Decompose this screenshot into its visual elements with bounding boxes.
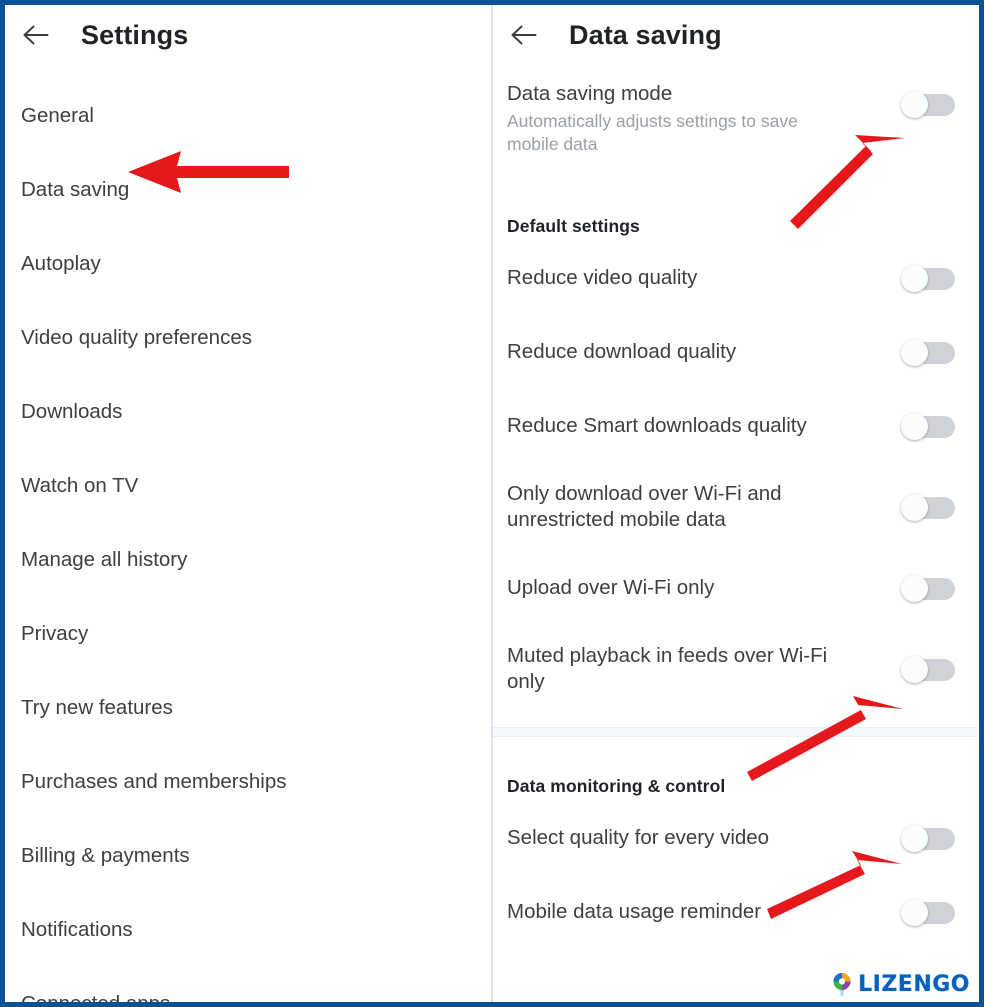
- toggle-upload-over-wifi-only[interactable]: [901, 575, 955, 602]
- row-title: Data saving mode: [507, 82, 673, 105]
- sidebar-item-label: Manage all history: [21, 548, 188, 571]
- sidebar-item-connected-apps[interactable]: Connected apps: [5, 967, 491, 1002]
- row-text: Reduce download quality: [507, 339, 901, 365]
- sidebar-item-autoplay[interactable]: Autoplay: [5, 227, 491, 301]
- sidebar-item-label: General: [21, 104, 94, 127]
- row-title: Only download over Wi-Fi and unrestricte…: [507, 481, 782, 531]
- page-title: Settings: [81, 19, 189, 50]
- toggle-knob: [901, 494, 928, 521]
- settings-header: Settings: [5, 5, 491, 65]
- settings-list: General Data saving Autoplay Video quali…: [5, 65, 491, 1002]
- row-reduce-download-quality[interactable]: Reduce download quality: [507, 315, 963, 389]
- lizengo-logo-text: LIZENGO: [858, 971, 970, 997]
- toggle-knob: [901, 656, 928, 683]
- row-title: Reduce Smart downloads quality: [507, 413, 807, 437]
- row-text: Mobile data usage reminder: [507, 899, 901, 925]
- sidebar-item-try-new-features[interactable]: Try new features: [5, 671, 491, 745]
- sidebar-item-video-quality-preferences[interactable]: Video quality preferences: [5, 301, 491, 375]
- sidebar-item-label: Downloads: [21, 400, 123, 423]
- toggle-reduce-smart-downloads-quality[interactable]: [901, 413, 955, 440]
- row-data-saving-mode[interactable]: Data saving mode Automatically adjusts s…: [507, 65, 963, 177]
- panes-container: Settings General Data saving Autoplay Vi…: [5, 5, 979, 1002]
- toggle-knob: [901, 899, 928, 926]
- row-text: Reduce Smart downloads quality: [507, 413, 901, 439]
- group-heading: Data monitoring & control: [507, 776, 726, 796]
- toggle-muted-playback-in-feeds[interactable]: [901, 656, 955, 683]
- row-subtitle: Automatically adjusts settings to save m…: [507, 111, 798, 154]
- toggle-reduce-video-quality[interactable]: [901, 265, 955, 292]
- back-arrow-icon[interactable]: [13, 24, 59, 46]
- toggle-select-quality-for-every-video[interactable]: [901, 825, 955, 852]
- row-title: Reduce download quality: [507, 339, 737, 363]
- toggle-knob: [901, 339, 928, 366]
- page-title: Data saving: [569, 19, 722, 50]
- row-text: Select quality for every video: [507, 825, 901, 851]
- sidebar-item-label: Connected apps: [21, 992, 170, 1002]
- toggle-knob: [901, 825, 928, 852]
- row-upload-over-wifi-only[interactable]: Upload over Wi-Fi only: [507, 551, 963, 625]
- toggle-data-saving-mode[interactable]: [901, 91, 955, 118]
- sidebar-item-label: Autoplay: [21, 252, 101, 275]
- back-arrow-icon[interactable]: [501, 24, 547, 46]
- data-saving-pane: Data saving Data saving mode Automatical…: [493, 5, 979, 1002]
- row-muted-playback-in-feeds[interactable]: Muted playback in feeds over Wi-Fi only: [507, 625, 963, 713]
- group-heading-data-monitoring-wrap: Data monitoring & control: [507, 737, 963, 801]
- row-text: Upload over Wi-Fi only: [507, 575, 901, 601]
- data-saving-header: Data saving: [493, 5, 979, 65]
- toggle-mobile-data-usage-reminder[interactable]: [901, 899, 955, 926]
- sidebar-item-label: Data saving: [21, 178, 130, 201]
- toggle-knob: [901, 575, 928, 602]
- settings-pane: Settings General Data saving Autoplay Vi…: [5, 5, 491, 1002]
- toggle-knob: [901, 413, 928, 440]
- row-text: Muted playback in feeds over Wi-Fi only: [507, 643, 901, 695]
- row-title: Muted playback in feeds over Wi-Fi only: [507, 643, 828, 693]
- toggle-reduce-download-quality[interactable]: [901, 339, 955, 366]
- row-mobile-data-usage-reminder[interactable]: Mobile data usage reminder: [507, 875, 963, 949]
- group-heading-default-settings-wrap: Default settings: [507, 177, 963, 241]
- sidebar-item-manage-all-history[interactable]: Manage all history: [5, 523, 491, 597]
- toggle-knob: [901, 91, 928, 118]
- row-text: Reduce video quality: [507, 265, 901, 291]
- sidebar-item-label: Try new features: [21, 696, 173, 719]
- sidebar-item-label: Video quality preferences: [21, 326, 252, 349]
- sidebar-item-label: Notifications: [21, 918, 133, 941]
- section-divider: [493, 727, 977, 737]
- row-select-quality-for-every-video[interactable]: Select quality for every video: [507, 801, 963, 875]
- frame-border-right: [979, 0, 984, 1007]
- lizengo-watermark: LIZENGO: [831, 971, 970, 997]
- sidebar-item-general[interactable]: General: [5, 79, 491, 153]
- toggle-only-download-over-wifi[interactable]: [901, 494, 955, 521]
- sidebar-item-notifications[interactable]: Notifications: [5, 893, 491, 967]
- row-only-download-over-wifi[interactable]: Only download over Wi-Fi and unrestricte…: [507, 463, 963, 551]
- row-text: Only download over Wi-Fi and unrestricte…: [507, 481, 901, 533]
- sidebar-item-label: Watch on TV: [21, 474, 139, 497]
- row-reduce-video-quality[interactable]: Reduce video quality: [507, 241, 963, 315]
- sidebar-item-data-saving[interactable]: Data saving: [5, 153, 491, 227]
- data-saving-content: Data saving mode Automatically adjusts s…: [493, 65, 979, 949]
- row-title: Upload over Wi-Fi only: [507, 575, 715, 599]
- sidebar-item-billing-and-payments[interactable]: Billing & payments: [5, 819, 491, 893]
- sidebar-item-label: Privacy: [21, 622, 89, 645]
- lizengo-logo-icon: [833, 973, 851, 996]
- row-title: Reduce video quality: [507, 265, 698, 289]
- sidebar-item-label: Billing & payments: [21, 844, 190, 867]
- sidebar-item-purchases-and-memberships[interactable]: Purchases and memberships: [5, 745, 491, 819]
- toggle-knob: [901, 265, 928, 292]
- row-title: Mobile data usage reminder: [507, 899, 762, 923]
- sidebar-item-label: Purchases and memberships: [21, 770, 287, 793]
- sidebar-item-watch-on-tv[interactable]: Watch on TV: [5, 449, 491, 523]
- row-reduce-smart-downloads-quality[interactable]: Reduce Smart downloads quality: [507, 389, 963, 463]
- sidebar-item-downloads[interactable]: Downloads: [5, 375, 491, 449]
- sidebar-item-privacy[interactable]: Privacy: [5, 597, 491, 671]
- group-heading: Default settings: [507, 216, 640, 236]
- row-title: Select quality for every video: [507, 825, 770, 849]
- screenshot-root: Settings General Data saving Autoplay Vi…: [0, 0, 984, 1007]
- frame-border-bottom: [0, 1002, 984, 1007]
- row-text: Data saving mode Automatically adjusts s…: [507, 81, 901, 156]
